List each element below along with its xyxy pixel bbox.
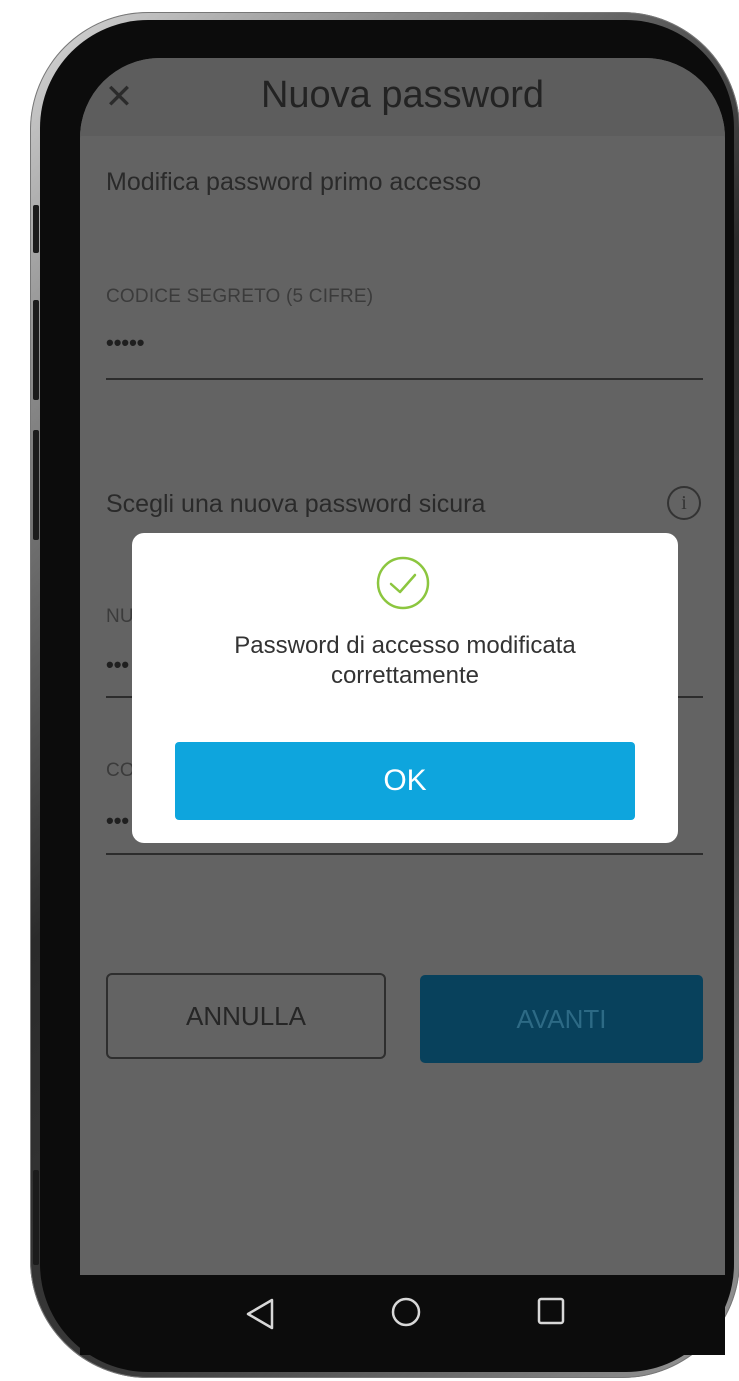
dialog-message: Password di accesso modificata correttam… bbox=[152, 631, 658, 691]
home-circle-icon[interactable] bbox=[390, 1296, 422, 1328]
secret-code-input[interactable]: ••••• bbox=[106, 330, 145, 356]
new-password-input[interactable]: ••• bbox=[106, 652, 129, 678]
dialog-message-line: Password di accesso modificata bbox=[234, 632, 576, 659]
close-icon[interactable]: ✕ bbox=[102, 80, 136, 114]
new-password-label: NU bbox=[106, 606, 134, 627]
phone-side-button bbox=[33, 205, 39, 253]
section-title: Scegli una nuova password sicura bbox=[106, 490, 486, 518]
recent-square-icon[interactable] bbox=[536, 1296, 566, 1326]
phone-side-button bbox=[33, 1170, 39, 1265]
confirm-password-input[interactable]: ••• bbox=[106, 808, 129, 834]
app-header: ✕ Nuova password bbox=[80, 58, 725, 136]
success-dialog: Password di accesso modificata correttam… bbox=[132, 533, 678, 843]
page-title: Nuova password bbox=[260, 74, 545, 116]
phone-side-button bbox=[33, 300, 39, 400]
confirm-password-label: CO bbox=[106, 760, 135, 781]
info-icon[interactable]: i bbox=[667, 486, 701, 520]
form-subtitle: Modifica password primo accesso bbox=[106, 168, 482, 196]
phone-side-button bbox=[33, 430, 39, 540]
ok-button[interactable]: OK bbox=[175, 742, 635, 820]
confirm-password-underline bbox=[106, 853, 703, 855]
back-triangle-icon[interactable] bbox=[245, 1297, 275, 1331]
dialog-message-line: correttamente bbox=[330, 662, 480, 689]
next-button[interactable]: AVANTI bbox=[420, 975, 703, 1063]
secret-code-underline bbox=[106, 378, 703, 380]
navigation-bar bbox=[80, 1275, 725, 1355]
secret-code-label: CODICE SEGRETO (5 CIFRE) bbox=[106, 286, 374, 307]
check-circle-icon bbox=[376, 556, 430, 610]
cancel-button[interactable]: ANNULLA bbox=[106, 973, 386, 1059]
app-screen: ✕ Nuova password Modifica password primo… bbox=[80, 58, 725, 1275]
